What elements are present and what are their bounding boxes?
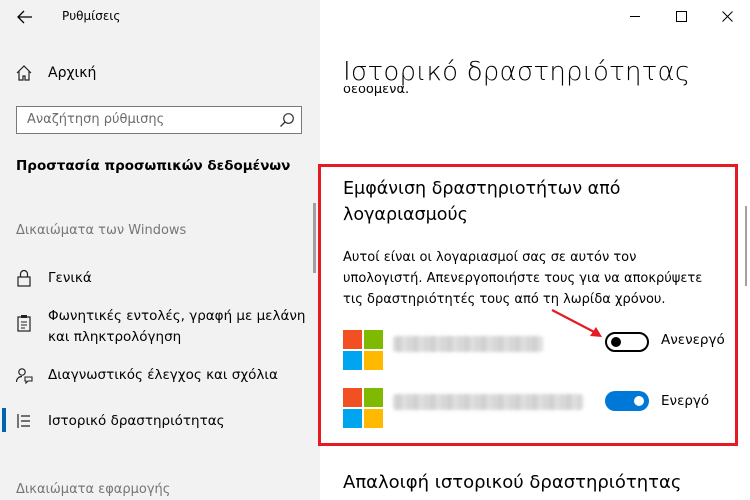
timeline-icon: [15, 412, 33, 430]
back-arrow-icon: [17, 10, 32, 24]
selected-indicator: [2, 408, 6, 432]
navigation-pane: Ρυθμίσεις Αρχική Αναζήτηση ρύθμισης Προσ…: [0, 0, 320, 500]
accounts-section-title: Εμφάνιση δραστηριοτήτων από λογαριασμούς: [343, 179, 621, 225]
app-title: Ρυθμίσεις: [62, 9, 121, 23]
toggle-state-label: Ανενεργό: [661, 332, 725, 348]
sidebar-item-speech-inking-typing[interactable]: Φωνητικές εντολές, γραφή με μελάνη και π…: [48, 306, 310, 348]
toggle-knob: [611, 337, 621, 347]
account-toggle-off[interactable]: [605, 332, 649, 352]
group-header-windows-permissions: Δικαιώματα των Windows: [16, 223, 187, 238]
toggle-knob: [634, 396, 644, 406]
account-email-blurred: [393, 394, 583, 410]
lock-icon: [15, 269, 33, 287]
close-icon: [721, 10, 733, 22]
clipped-text: δεδομένα.: [343, 86, 410, 97]
close-button[interactable]: [704, 0, 750, 32]
group-header-app-permissions: Δικαιώματα εφαρμογής: [16, 482, 171, 497]
section-title: Προστασία προσωπικών δεδομένων: [16, 158, 291, 174]
clear-history-heading: Απαλοιφή ιστορικού δραστηριότητας: [343, 472, 682, 493]
toggle-state-label: Ενεργό: [661, 393, 710, 409]
account-email-blurred: [393, 336, 543, 352]
search-input[interactable]: Αναζήτηση ρύθμισης: [16, 106, 302, 134]
minimize-button[interactable]: [612, 0, 658, 32]
feedback-person-icon: [15, 366, 33, 384]
annotation-arrow-icon: [551, 309, 602, 337]
sidebar-item-activity-history[interactable]: Ιστορικό δραστηριότητας: [48, 413, 225, 429]
sidebar-item-diagnostics-feedback[interactable]: Διαγνωστικός έλεγχος και σχόλια: [48, 367, 278, 383]
search-icon[interactable]: [279, 112, 295, 128]
clipboard-icon: [15, 314, 33, 332]
search-placeholder: Αναζήτηση ρύθμισης: [27, 112, 165, 127]
account-toggle-on[interactable]: [605, 391, 649, 411]
minimize-icon: [629, 15, 640, 17]
microsoft-logo-icon: [343, 330, 383, 370]
content-scrollbar[interactable]: [745, 206, 747, 286]
accounts-section-description: Αυτοί είναι οι λογαριασμοί σας σε αυτόν …: [343, 250, 703, 307]
microsoft-logo-icon: [343, 388, 383, 428]
sidebar-scrollbar[interactable]: [313, 203, 316, 273]
home-link[interactable]: Αρχική: [48, 65, 96, 81]
maximize-icon: [675, 10, 687, 22]
maximize-button[interactable]: [658, 0, 704, 32]
back-button[interactable]: [8, 2, 42, 32]
home-icon[interactable]: [15, 64, 33, 82]
page-title: Ιστορικό δραστηριότητας: [343, 57, 691, 87]
sidebar-item-general[interactable]: Γενικά: [48, 270, 92, 286]
